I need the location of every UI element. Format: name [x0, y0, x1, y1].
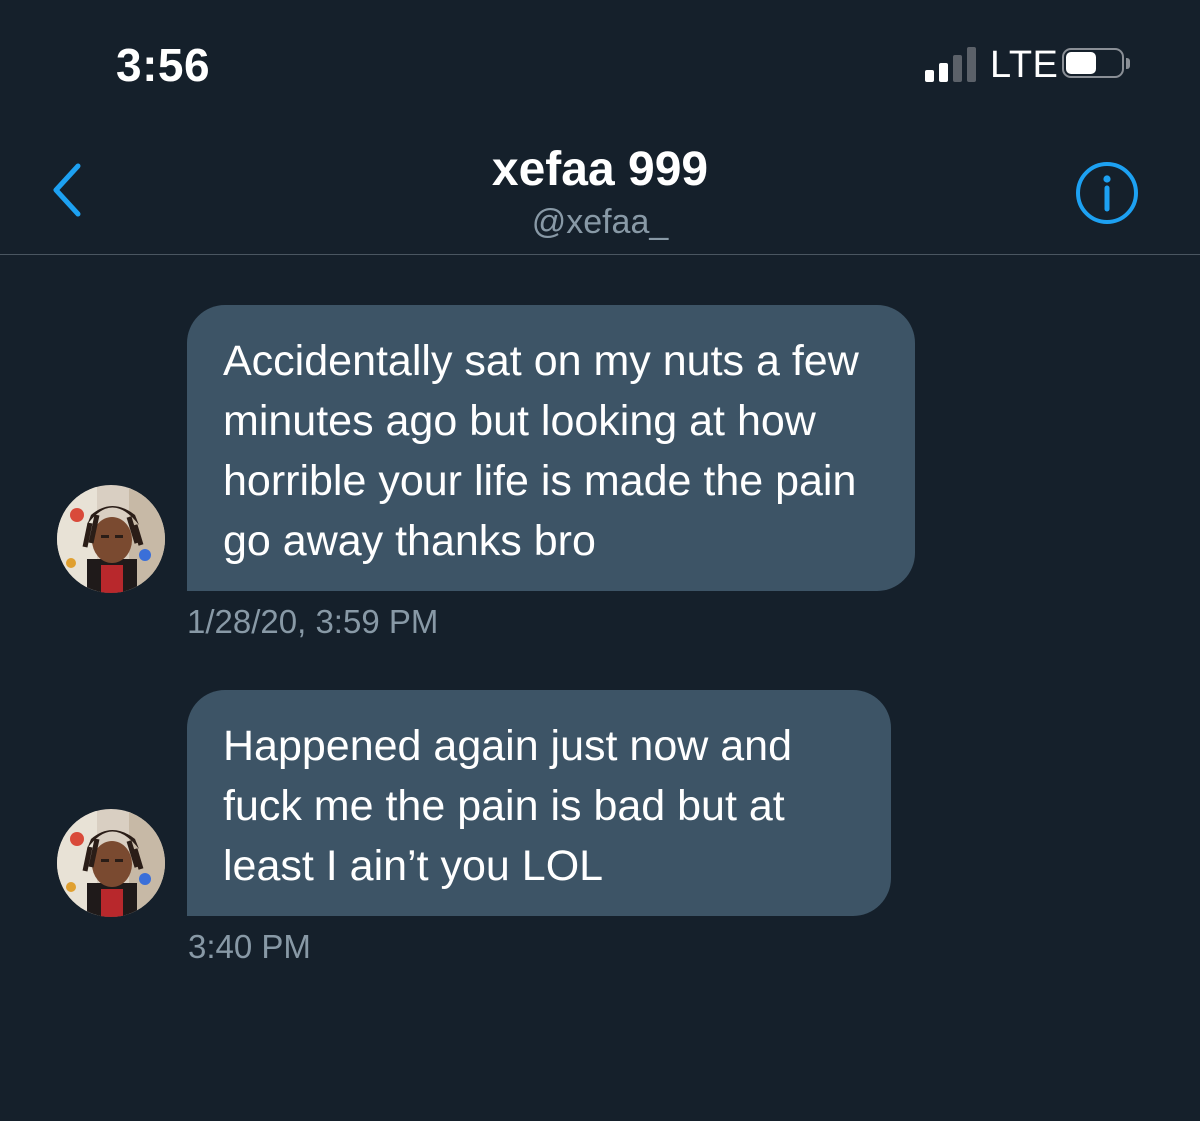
signal-strength-icon	[925, 46, 981, 82]
sender-avatar[interactable]	[57, 809, 165, 917]
battery-icon	[1062, 48, 1130, 82]
message-text: Happened again just now and fuck me the …	[223, 722, 792, 890]
back-button[interactable]	[44, 160, 92, 220]
message-text: Accidentally sat on my nuts a few minute…	[223, 337, 859, 565]
info-button[interactable]	[1074, 160, 1140, 226]
message-timestamp: 3:40 PM	[188, 928, 311, 965]
sender-avatar[interactable]	[57, 485, 165, 593]
contact-name: xefaa 999	[491, 143, 709, 196]
message-bubble[interactable]: Happened again just now and fuck me the …	[187, 690, 891, 916]
contact-handle: @xefaa_	[531, 203, 669, 241]
conversation-title[interactable]: xefaa 999 @xefaa_	[300, 142, 900, 242]
message-list: Accidentally sat on my nuts a few minute…	[0, 255, 1200, 1121]
chevron-left-icon	[53, 163, 81, 217]
message-bubble[interactable]: Accidentally sat on my nuts a few minute…	[187, 305, 915, 591]
info-icon	[1076, 162, 1138, 224]
status-time: 3:56	[116, 39, 211, 91]
conversation-header: xefaa 999 @xefaa_	[0, 120, 1200, 255]
network-type: LTE	[990, 44, 1059, 86]
message-timestamp: 1/28/20, 3:59 PM	[187, 603, 439, 640]
status-bar: 3:56 LTE	[0, 0, 1200, 120]
dm-conversation-screen: 3:56 LTE xefaa 999 @xefaa_ Accidentally …	[0, 0, 1200, 1121]
